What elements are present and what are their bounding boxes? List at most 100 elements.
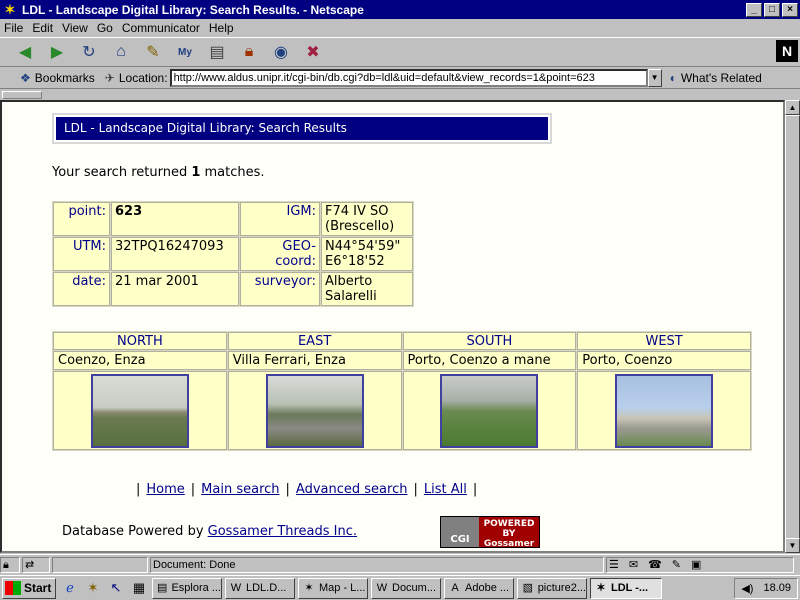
menu-edit[interactable]: Edit [32,21,53,35]
shop-icon[interactable]: ◉ [270,41,292,63]
mail-icon[interactable]: ✉ [629,558,638,572]
scroll-down-icon[interactable]: ▼ [785,538,800,553]
menu-file[interactable]: File [4,21,23,35]
menu-help[interactable]: Help [209,21,234,35]
reload-icon[interactable]: ↻ [78,41,100,63]
vertical-scrollbar[interactable]: ▲ ▼ [785,100,800,553]
netscape-task-icon: ✶ [596,582,606,594]
bookmarks-label: Bookmarks [34,70,95,85]
netscape-task-icon: ✶ [304,582,314,594]
arrow-quicklaunch-icon[interactable]: ↖ [106,578,126,598]
connection-icon: ⇄ [22,556,50,573]
geo-coord-value: N44°54'59" E6°18'52 [321,237,413,271]
status-text: Document: Done [150,556,604,573]
internet-explorer-icon[interactable]: ℯ [60,578,80,598]
page-title: LDL - Landscape Digital Library: Search … [56,117,548,140]
location-bar: ❖ Bookmarks ✈ Location: http://www.aldus… [0,67,800,89]
forward-icon[interactable]: ▶ [46,41,68,63]
task-adobe[interactable]: A Adobe ... [444,577,514,599]
navigator-icon[interactable]: ☰ [609,558,619,572]
system-tray: ◀) 18.09 [734,577,798,599]
adobe-icon: A [451,582,459,594]
start-button[interactable]: Start [2,577,56,599]
maximize-button[interactable]: □ [764,2,780,17]
location-icon: ✈ [104,70,115,85]
home-link[interactable]: Home [146,482,184,497]
scroll-up-icon[interactable]: ▲ [785,100,800,115]
window-title: LDL - Landscape Digital Library: Search … [22,2,364,17]
footer-links: | Home | Main search | Advanced search | List A… [130,482,483,497]
surveyor-value: Alberto Salarelli [321,272,413,306]
south-photo-thumbnail[interactable] [440,373,539,448]
igm-value: F74 IV SO (Brescello) [321,202,413,236]
west-place: Porto, Coenzo [577,351,751,370]
print-icon[interactable]: ▤ [206,41,228,63]
gossamer-badge[interactable]: CGI POWERED BY Gossamer [440,516,540,549]
advanced-search-link[interactable]: Advanced search [296,482,408,497]
south-place: Porto, Coenzo a mane [402,351,577,370]
utm-label: UTM: [53,237,110,271]
whats-related-button[interactable]: ◐ What's Related [670,71,762,85]
task-explorer[interactable]: ▤ Esplora ... [152,577,222,599]
component-bar: ☰ ✉ ☎ ✎ ▣ [606,556,794,573]
window-titlebar[interactable]: ✶ LDL - Landscape Digital Library: Searc… [0,0,800,19]
close-button[interactable]: × [782,2,798,17]
west-photo-thumbnail[interactable] [615,373,714,448]
summary-suffix: matches. [200,165,265,180]
task-document[interactable]: W Docum... [371,577,441,599]
status-bar: 🔒︎ ⇄ Document: Done ☰ ✉ ☎ ✎ ▣ [0,554,800,574]
netscape-quicklaunch-icon[interactable]: ✶ [83,578,103,598]
igm-label: IGM: [240,202,320,236]
security-icon[interactable]: 🔒︎ [238,41,260,63]
home-icon[interactable]: ⌂ [110,41,132,63]
newsgroups-icon[interactable]: ☎ [648,558,662,572]
back-icon[interactable]: ◀ [14,41,36,63]
url-dropdown-icon[interactable]: ▼ [647,68,662,87]
addressbook-icon[interactable]: ▣ [691,558,701,572]
north-photo-thumbnail[interactable] [90,373,189,448]
link-separator: | [472,482,478,497]
search-summary: Your search returned 1 matches. [52,165,265,180]
gossamer-link[interactable]: Gossamer Threads Inc. [208,524,357,539]
volume-icon[interactable]: ◀) [741,582,753,595]
direction-west-header: WEST [577,332,751,350]
security-lock-icon[interactable]: 🔒︎ [0,556,20,573]
menu-bar: File Edit View Go Communicator Help [0,19,800,37]
stop-icon[interactable]: ✖ [302,41,324,63]
clock[interactable]: 18.09 [763,582,791,594]
surveyor-label: surveyor: [240,272,320,306]
netscape-logo: N [776,40,798,62]
utm-value: 32TPQ16247093 [111,237,239,271]
direction-south-header: SOUTH [402,332,577,350]
my-netscape-icon[interactable]: My [174,41,196,63]
list-all-link[interactable]: List All [424,482,467,497]
menu-go[interactable]: Go [97,21,113,35]
menu-view[interactable]: View [62,21,88,35]
desktop-quicklaunch-icon[interactable]: ▦ [129,578,149,598]
record-info-table: point: 623 IGM: F74 IV SO (Brescello) UT… [52,201,414,307]
task-map[interactable]: ✶ Map - L... [298,577,368,599]
location-label: Location: [118,70,168,85]
url-input[interactable]: http://www.aldus.unipr.it/cgi-bin/db.cgi… [169,68,648,87]
link-separator: | [136,482,141,497]
point-value: 623 [111,202,239,236]
task-ldl-netscape[interactable]: ✶ LDL -... [590,577,662,599]
task-ldl-doc[interactable]: W LDL.D... [225,577,295,599]
minimize-button[interactable]: _ [746,2,762,17]
east-photo-thumbnail[interactable] [265,373,364,448]
powered-prefix: Database Powered by [62,524,208,539]
main-search-link[interactable]: Main search [201,482,279,497]
powered-by-gossamer-label: POWERED BY Gossamer [483,519,535,549]
bookmarks-icon: ❖ [20,70,31,85]
link-separator: | [190,482,196,497]
menu-communicator[interactable]: Communicator [122,21,200,35]
word-icon: W [230,582,242,594]
bookmarks-button[interactable]: ❖ Bookmarks [20,71,95,85]
windows-taskbar: Start ℯ ✶ ↖ ▦ ▤ Esplora ... W LDL.D... ✶ Ma… [0,575,800,600]
composer-icon[interactable]: ✎ [672,558,681,572]
scroll-thumb[interactable] [785,115,800,540]
date-value: 21 mar 2001 [111,272,239,306]
toolbar-collapse-tab[interactable] [2,91,42,99]
search-icon[interactable]: ✎ [142,41,164,63]
task-picture[interactable]: ▧ picture2... [517,577,587,599]
